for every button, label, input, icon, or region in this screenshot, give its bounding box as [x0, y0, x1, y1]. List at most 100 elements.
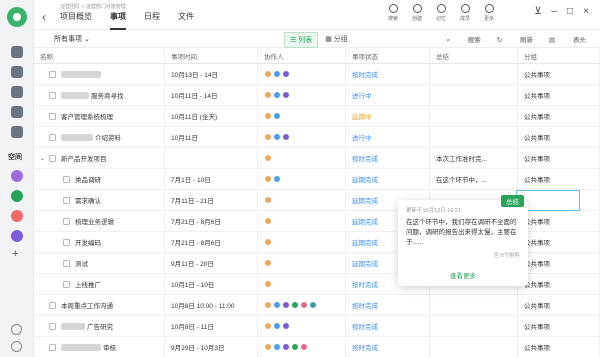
cell-collaborators[interactable] [258, 169, 346, 189]
row-checkbox[interactable] [49, 133, 56, 141]
cell-status[interactable]: 按时完成 [346, 316, 430, 336]
table-row[interactable]: 客户管理系统梳理 10月11日 (全天) 延期中 公共事项 [34, 106, 600, 127]
search-tool[interactable]: 搜索 [382, 4, 404, 22]
col-time[interactable]: 事项时间 [165, 48, 258, 63]
cell-group[interactable]: 公共事项 [518, 85, 600, 105]
cell-name[interactable]: 介绍资料 [34, 127, 165, 147]
view-list-button[interactable]: ☰ 列表 [284, 32, 319, 48]
cell-group[interactable]: 公共事项 [518, 169, 600, 189]
cell-time[interactable]: 7月21日 - 8月6日 [165, 211, 258, 231]
cell-group[interactable]: 公共事项 [518, 253, 600, 273]
cell-collaborators[interactable] [258, 316, 346, 336]
avatar[interactable] [273, 322, 281, 330]
row-checkbox[interactable] [63, 238, 70, 246]
cell-collaborators[interactable] [258, 64, 346, 84]
avatar[interactable] [309, 301, 317, 309]
avatar[interactable] [273, 301, 281, 309]
col-summary[interactable]: 总结 [430, 48, 518, 63]
refresh-button[interactable]: ↻ 刷新 [497, 34, 533, 45]
cell-summary[interactable] [430, 295, 518, 315]
cell-name[interactable]: 类品调研 [34, 169, 165, 189]
cell-time[interactable]: 10月11日 [165, 127, 258, 147]
cell-summary[interactable]: 在这个环节中，... [430, 169, 518, 189]
tab-schedule[interactable]: 日程 [144, 11, 160, 30]
cell-collaborators[interactable] [258, 337, 346, 357]
cell-status[interactable]: 进行中 [346, 127, 430, 147]
cell-summary[interactable] [430, 106, 518, 126]
cell-group[interactable]: 公共事项 [518, 127, 600, 147]
avatar[interactable] [264, 154, 272, 162]
avatar[interactable] [282, 301, 290, 309]
cell-name[interactable]: 测试 [34, 253, 165, 273]
avatar[interactable] [264, 280, 272, 288]
row-checkbox[interactable] [49, 91, 56, 99]
col-collaborators[interactable]: 协作人 [258, 48, 346, 63]
avatar[interactable] [264, 238, 272, 246]
cell-time[interactable]: 10月13日 - 14日 [165, 64, 258, 84]
table-row[interactable]: ⌄ 新产品开发项目 按时完成 本次工作准时完... 公共事项 [34, 148, 600, 169]
space-red-icon[interactable] [11, 210, 23, 222]
cell-collaborators[interactable] [258, 232, 346, 252]
avatar[interactable] [282, 322, 290, 330]
help-icon[interactable] [11, 324, 22, 335]
table-row[interactable]: 广告研究 10月8日 - 11日 按时完成 公共事项 [34, 316, 600, 337]
row-checkbox[interactable] [49, 154, 56, 162]
avatar[interactable] [273, 175, 281, 183]
cell-status[interactable]: 按时完成 [346, 295, 430, 315]
cell-time[interactable] [165, 148, 258, 168]
row-checkbox[interactable] [63, 217, 70, 225]
cell-name[interactable]: 上线推广 [34, 274, 165, 294]
cell-name[interactable]: 客户管理系统梳理 [34, 106, 165, 126]
settings-icon[interactable] [11, 341, 22, 352]
row-checkbox[interactable] [63, 175, 70, 183]
cell-status[interactable]: 按时完成 [346, 148, 430, 168]
cell-collaborators[interactable] [258, 253, 346, 273]
avatar[interactable] [264, 196, 272, 204]
calendar-icon[interactable] [11, 46, 23, 58]
avatar[interactable] [291, 343, 299, 351]
table-row[interactable]: 10月13日 - 14日 按时完成 公共事项 [34, 64, 600, 85]
cell-status[interactable]: 按时完成 [346, 64, 430, 84]
row-checkbox[interactable] [49, 301, 56, 309]
table-row[interactable]: 介绍资料 10月11日 进行中 公共事项 [34, 127, 600, 148]
avatar[interactable] [264, 133, 272, 141]
attachment-count[interactable]: ⎘ 0个附件 [495, 251, 521, 260]
avatar[interactable] [264, 259, 272, 267]
cell-collaborators[interactable] [258, 274, 346, 294]
pin-icon[interactable]: ⊻ [530, 6, 546, 17]
avatar[interactable] [264, 343, 272, 351]
cell-name[interactable]: 广告研究 [34, 316, 165, 336]
avatar[interactable] [273, 133, 281, 141]
row-checkbox[interactable] [63, 280, 70, 288]
collapse-icon[interactable]: ⌄ [40, 155, 47, 162]
avatar[interactable] [264, 217, 272, 225]
tab-items[interactable]: 事项 [110, 11, 126, 30]
memo-tool[interactable]: 记忆 [430, 4, 452, 22]
space-purple-icon[interactable] [11, 170, 23, 182]
maximize-icon[interactable]: □ [562, 6, 578, 17]
cell-group[interactable]: 公共事项 [518, 274, 600, 294]
image-icon[interactable] [11, 66, 23, 78]
cell-group[interactable]: 公共事项 [518, 316, 600, 336]
avatar[interactable] [273, 343, 281, 351]
cell-collaborators[interactable] [258, 127, 346, 147]
cell-group[interactable]: 公共事项 [518, 295, 600, 315]
cell-time[interactable]: 10月1日 - 10日 [165, 274, 258, 294]
create-tool[interactable]: 创建 [406, 4, 428, 22]
contacts-icon[interactable] [11, 106, 23, 118]
avatar[interactable] [282, 133, 290, 141]
archive-icon[interactable] [11, 126, 23, 138]
space-green-icon[interactable] [11, 190, 23, 202]
avatar[interactable] [273, 112, 281, 120]
app-logo[interactable] [7, 7, 27, 27]
table-row[interactable]: 类品调研 7月1日 - 10日 延期完成 在这个环节中，... 公共事项 [34, 169, 600, 190]
cell-collaborators[interactable] [258, 190, 346, 210]
cell-summary[interactable] [430, 127, 518, 147]
cell-time[interactable]: 10月11日 (全天) [165, 106, 258, 126]
table-row[interactable]: 服务商寻找 10月11日 - 14日 进行中 公共事项 [34, 85, 600, 106]
avatar[interactable] [264, 322, 272, 330]
cell-group[interactable]: 公共事项 [518, 232, 600, 252]
avatar[interactable] [264, 175, 272, 183]
cell-status[interactable]: 进行中 [346, 85, 430, 105]
filter-dropdown[interactable]: 所有事项 ⌄ [54, 34, 90, 44]
